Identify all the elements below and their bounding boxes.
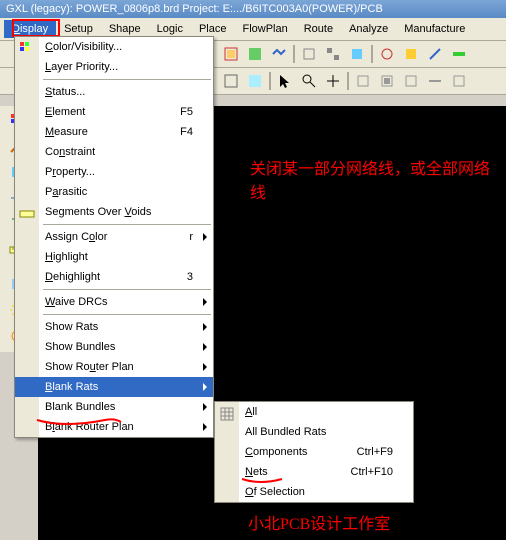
menu-manufacture[interactable]: Manufacture — [396, 20, 473, 38]
toolbar-button[interactable] — [424, 70, 446, 92]
blank-rats-submenu: All All Bundled Rats ComponentsCtrl+F9 N… — [214, 401, 414, 503]
menu-segments[interactable]: Segments Over Voids — [15, 202, 213, 222]
menu-measure[interactable]: MeasureF4 — [15, 122, 213, 142]
toolbar-button[interactable] — [220, 43, 242, 65]
menu-analyze[interactable]: Analyze — [341, 20, 396, 38]
menu-layer-priority[interactable]: Layer Priority... — [15, 57, 213, 77]
menu-element[interactable]: ElementF5 — [15, 102, 213, 122]
menu-show-bundles[interactable]: Show Bundles — [15, 337, 213, 357]
submenu-nets[interactable]: NetsCtrl+F10 — [215, 462, 413, 482]
window-title: GXL (legacy): POWER_0806p8.brd Project: … — [0, 0, 506, 18]
toolbar-button[interactable] — [244, 43, 266, 65]
menu-assign-color[interactable]: Assign Colorr — [15, 227, 213, 247]
toolbar-button[interactable] — [400, 43, 422, 65]
submenu-all-bundled[interactable]: All Bundled Rats — [215, 422, 413, 442]
menu-route[interactable]: Route — [296, 20, 341, 38]
menu-blank-rats[interactable]: Blank Rats — [15, 377, 213, 397]
toolbar-button[interactable] — [424, 43, 446, 65]
grid-icon — [219, 406, 235, 422]
menu-constraint[interactable]: Constraint — [15, 142, 213, 162]
toolbar-button[interactable] — [448, 70, 470, 92]
submenu-of-selection[interactable]: Of Selection — [215, 482, 413, 502]
toolbar-button[interactable] — [448, 43, 470, 65]
menu-blank-bundles[interactable]: Blank Bundles — [15, 397, 213, 417]
submenu-components[interactable]: ComponentsCtrl+F9 — [215, 442, 413, 462]
menu-show-router-plan[interactable]: Show Router Plan — [15, 357, 213, 377]
toolbar-button[interactable] — [220, 70, 242, 92]
toolbar-button[interactable] — [298, 43, 320, 65]
submenu-all[interactable]: All — [215, 402, 413, 422]
cursor-icon[interactable] — [274, 70, 296, 92]
toolbar-button[interactable] — [244, 70, 266, 92]
menu-waive-drcs[interactable]: Waive DRCs — [15, 292, 213, 312]
palette-icon — [19, 41, 35, 57]
display-menu-dropdown: Color/Visibility... Layer Priority... St… — [14, 36, 214, 438]
annotation-text-1: 关闭某一部分网络线，或全部网络线 — [250, 158, 490, 206]
menu-show-rats[interactable]: Show Rats — [15, 317, 213, 337]
toolbar-button[interactable] — [322, 70, 344, 92]
toolbar-button[interactable] — [352, 70, 374, 92]
menu-dehighlight[interactable]: Dehighlight3 — [15, 267, 213, 287]
menu-flowplan[interactable]: FlowPlan — [234, 20, 295, 38]
toolbar-button[interactable] — [376, 43, 398, 65]
toolbar-button[interactable] — [346, 43, 368, 65]
toolbar-button[interactable] — [268, 43, 290, 65]
toolbar-button[interactable] — [298, 70, 320, 92]
annotation-text-2: 小北PCB设计工作室 — [248, 510, 390, 534]
toolbar-button[interactable] — [376, 70, 398, 92]
toolbar-button[interactable] — [322, 43, 344, 65]
menu-property[interactable]: Property... — [15, 162, 213, 182]
ruler-icon — [19, 206, 35, 222]
toolbar-button[interactable] — [400, 70, 422, 92]
menu-parasitic[interactable]: Parasitic — [15, 182, 213, 202]
menu-blank-router-plan[interactable]: Blank Router Plan — [15, 417, 213, 437]
menu-color-visibility[interactable]: Color/Visibility... — [15, 37, 213, 57]
menu-highlight[interactable]: Highlight — [15, 247, 213, 267]
menu-status[interactable]: Status... — [15, 82, 213, 102]
